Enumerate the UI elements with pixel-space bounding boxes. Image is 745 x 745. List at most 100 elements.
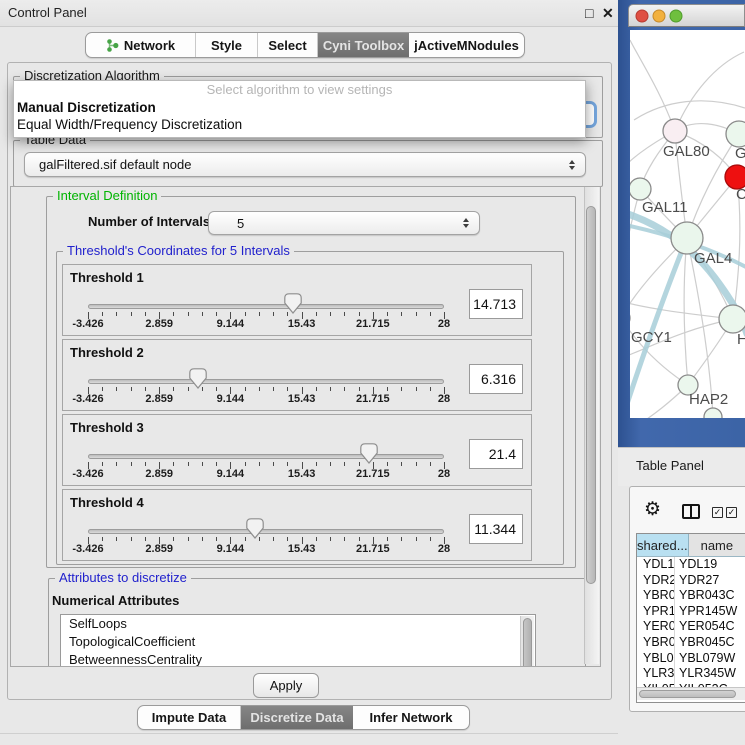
slider-tick	[287, 537, 288, 541]
slider-tick	[387, 462, 388, 466]
node-label-hap2: HAP2	[689, 391, 728, 408]
slider-tick	[359, 387, 360, 391]
network-window-titlebar[interactable]	[628, 4, 745, 27]
cell-shared-name[interactable]: YBR043C	[637, 588, 675, 604]
tab-impute-data[interactable]: Impute Data	[138, 706, 241, 729]
tab-jactivemnodules[interactable]: jActiveMNodules	[409, 33, 524, 57]
threshold-3-value-field[interactable]: 21.4	[469, 439, 523, 469]
threshold-4-value-field[interactable]: 11.344	[469, 514, 523, 544]
threshold-3-slider-thumb[interactable]	[360, 443, 378, 469]
slider-scale-label: 2.859	[145, 318, 173, 330]
close-light[interactable]	[636, 10, 648, 22]
threshold-3-slider-track[interactable]	[88, 454, 444, 459]
minimize-light[interactable]	[653, 10, 665, 22]
network-node-node-h[interactable]	[719, 305, 745, 333]
slider-tick	[430, 462, 431, 466]
combo-stepper-icon	[569, 160, 575, 170]
table-hscrollbar-thumb[interactable]	[639, 690, 736, 698]
cell-shared-name[interactable]: YBR045C	[637, 635, 675, 651]
cell-name[interactable]: YDL19	[675, 557, 745, 573]
traffic-lights[interactable]	[635, 8, 683, 23]
apply-button[interactable]: Apply	[253, 673, 319, 698]
cell-name[interactable]: YER054C	[675, 619, 745, 635]
cell-name[interactable]: YBR045C	[675, 635, 745, 651]
slider-tick	[131, 387, 132, 391]
cell-shared-name[interactable]: YDR27...	[637, 573, 675, 589]
slider-scale-label: 15.43	[288, 468, 316, 480]
slider-tick	[316, 462, 317, 466]
dropdown-option-manual-discretization[interactable]: Manual Discretization	[14, 99, 585, 116]
table-row[interactable]: YBR043CYBR043C	[637, 588, 745, 604]
tab-style[interactable]: Style	[196, 33, 258, 57]
list-scrollbar[interactable]	[520, 616, 534, 667]
column-checks-icon[interactable]: ✓✓	[712, 507, 737, 518]
tab-discretize-data[interactable]: Discretize Data	[241, 706, 353, 729]
node-label-red-node: C	[736, 186, 745, 203]
table-row[interactable]: YER054CYER054C	[637, 619, 745, 635]
network-node-node-top-right[interactable]	[726, 121, 745, 147]
table-row[interactable]: YPR145WYPR145W	[637, 604, 745, 620]
slider-tick	[316, 312, 317, 316]
threshold-4-slider-thumb[interactable]	[246, 518, 264, 544]
network-edge	[675, 52, 744, 131]
attribute-item-betweennesscentrality[interactable]: BetweennessCentrality	[61, 651, 535, 667]
table-row[interactable]: YBR045CYBR045C	[637, 635, 745, 651]
network-node-gal80[interactable]	[663, 119, 687, 143]
cell-shared-name[interactable]: YPR145W	[637, 604, 675, 620]
tab-network[interactable]: Network	[86, 33, 196, 57]
node-label-node-h: H	[737, 331, 745, 348]
slider-scale-label: -3.426	[72, 393, 103, 405]
zoom-light[interactable]	[670, 10, 682, 22]
tab-infer-network[interactable]: Infer Network	[353, 706, 469, 729]
cell-name[interactable]: YBL079W	[675, 651, 745, 667]
node-table[interactable]: shared...nameYDL19...YDL19YDR27...YDR27Y…	[636, 533, 745, 703]
threshold-2-slider-track[interactable]	[88, 379, 444, 384]
threshold-2-value-field[interactable]: 6.316	[469, 364, 523, 394]
table-row[interactable]: YDL19...YDL19	[637, 557, 745, 573]
cell-shared-name[interactable]: YDL19...	[637, 557, 675, 573]
tab-cyni-toolbox[interactable]: Cyni Toolbox	[318, 33, 409, 57]
close-icon[interactable]: ✕	[602, 5, 614, 22]
network-node-gal11[interactable]	[630, 178, 651, 200]
network-canvas[interactable]: GAL80GCGAL11GAL4GCY1HHAP2	[630, 30, 745, 418]
threshold-4-slider-track[interactable]	[88, 529, 444, 534]
gear-icon[interactable]: ⚙	[644, 500, 661, 519]
table-data-combobox[interactable]: galFiltered.sif default node	[24, 152, 586, 177]
threshold-1-value-field[interactable]: 14.713	[469, 289, 523, 319]
table-row[interactable]: YBL079WYBL079W	[637, 651, 745, 667]
network-graph[interactable]: GAL80GCGAL11GAL4GCY1HHAP2	[630, 30, 745, 418]
cell-name[interactable]: YLR345W	[675, 666, 745, 682]
cell-name[interactable]: YBR043C	[675, 588, 745, 604]
network-node-node-bottom[interactable]	[704, 408, 722, 418]
tab-select[interactable]: Select	[258, 33, 318, 57]
column-header-name[interactable]: name	[689, 534, 745, 556]
threshold-1-slider-track[interactable]	[88, 304, 444, 309]
table-row[interactable]: YLR345WYLR345W	[637, 666, 745, 682]
threshold-1-slider-thumb[interactable]	[284, 293, 302, 319]
table-panel-title: Table Panel	[636, 458, 704, 473]
tab-label: Select	[268, 38, 306, 53]
settings-scrollbar-thumb[interactable]	[586, 206, 596, 584]
cell-name[interactable]: YDR27	[675, 573, 745, 589]
slider-tick	[273, 462, 274, 466]
cell-shared-name[interactable]: YLR345W	[637, 666, 675, 682]
float-icon[interactable]: □	[585, 5, 593, 21]
split-view-icon[interactable]	[682, 504, 700, 519]
cell-name[interactable]: YPR145W	[675, 604, 745, 620]
cell-shared-name[interactable]: YER054C	[637, 619, 675, 635]
table-data-value: galFiltered.sif default node	[39, 157, 191, 172]
slider-tick	[401, 462, 402, 466]
attribute-item-topologicalcoefficient[interactable]: TopologicalCoefficient	[61, 633, 535, 651]
slider-tick	[102, 387, 103, 391]
table-row[interactable]: YDR27...YDR27	[637, 573, 745, 589]
dropdown-option-equal-width-frequency-discretization[interactable]: Equal Width/Frequency Discretization	[14, 116, 585, 133]
attribute-item-selfloops[interactable]: SelfLoops	[61, 615, 535, 633]
number-of-intervals-combobox[interactable]: 5	[208, 211, 480, 235]
list-scrollbar-thumb[interactable]	[523, 618, 532, 667]
column-header-shared-[interactable]: shared...	[637, 534, 689, 556]
numerical-attributes-list[interactable]: SelfLoopsTopologicalCoefficientBetweenne…	[60, 614, 536, 667]
cell-shared-name[interactable]: YBL079W	[637, 651, 675, 667]
slider-scale-label: -3.426	[72, 468, 103, 480]
threshold-2-slider-thumb[interactable]	[189, 368, 207, 394]
table-hscrollbar[interactable]	[637, 687, 745, 700]
